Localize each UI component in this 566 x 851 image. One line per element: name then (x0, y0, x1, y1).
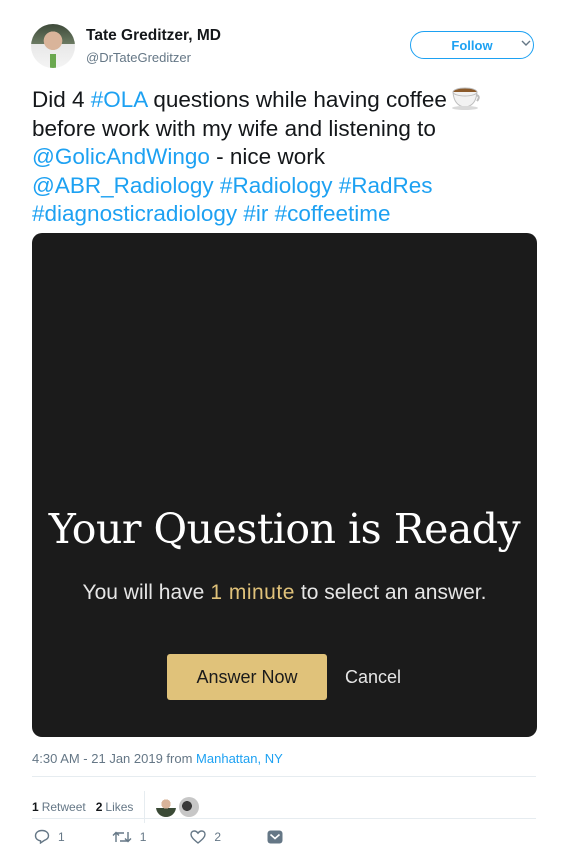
retweet-count: 1 (139, 829, 147, 844)
divider (32, 818, 536, 819)
retweet-stat[interactable]: 1 Retweet (32, 800, 86, 814)
divider (32, 776, 536, 777)
tweet-text-segment: Did 4 (32, 87, 91, 112)
hashtag-link[interactable]: #OLA (91, 87, 147, 112)
retweet-icon (112, 831, 132, 842)
tweet-text-segment: - nice work (209, 144, 325, 170)
location-link[interactable]: Manhattan, NY (196, 751, 283, 766)
tweet-line-3: @GolicAndWingo - nice work (32, 143, 542, 172)
media-time-highlight: 1 minute (210, 581, 295, 604)
tweet-line-2: before work with my wife and listening t… (32, 115, 436, 141)
like-count: 2 (214, 829, 222, 844)
tweet-timestamp: 4:30 AM - 21 Jan 2019 from Manhattan, NY (32, 751, 283, 766)
retweet-stat-count: 1 (32, 800, 39, 814)
likes-stat-count: 2 (95, 800, 103, 814)
mention-link[interactable]: @GolicAndWingo (32, 144, 210, 169)
tweet-actions: 1 1 2 (34, 829, 283, 844)
media-subtext-a: You will have (82, 581, 205, 604)
coffee-emoji-icon (451, 87, 480, 110)
likes-stat[interactable]: 2 Likes (96, 800, 134, 814)
liker-avatar[interactable] (179, 797, 200, 817)
liker-avatar[interactable] (156, 797, 177, 817)
media-subtext-b: to select an answer. (300, 581, 487, 604)
author-avatar[interactable] (31, 24, 75, 68)
retweet-action[interactable]: 1 (112, 829, 147, 844)
timestamp-text: 4:30 AM - 21 Jan 2019 from (32, 751, 197, 766)
tweet-line-5-links[interactable]: #diagnosticradiology #ir #coffeetime (32, 200, 542, 229)
tweet-line-1: Did 4 #OLA questions while having coffee (32, 84, 542, 115)
message-icon (267, 830, 283, 843)
heart-icon (190, 829, 207, 844)
tweet-text: Did 4 #OLA questions while having coffee… (32, 84, 542, 229)
media-headline: Your Question is Ready (48, 505, 521, 553)
answer-now-button: Answer Now (167, 654, 327, 700)
tweet-text-segment: questions while having coffee (147, 87, 447, 112)
chevron-down-icon[interactable] (521, 38, 531, 48)
reply-action[interactable]: 1 (34, 829, 65, 844)
cancel-button: Cancel (344, 666, 402, 687)
reply-count: 1 (58, 829, 65, 844)
retweet-stat-label: Retweet (41, 800, 86, 814)
tweet-media-image[interactable]: Your Question is Ready You will have 1 mi… (32, 233, 537, 737)
media-subtext: You will have 1 minute to select an answer… (32, 581, 537, 605)
like-action[interactable]: 2 (190, 830, 221, 844)
author-name[interactable]: Tate Greditzer, MD (86, 27, 221, 45)
follow-button[interactable]: Follow (410, 31, 534, 59)
reply-icon (34, 829, 50, 844)
tweet-line-4-links[interactable]: @ABR_Radiology #Radiology #RadRes (32, 172, 542, 201)
author-handle[interactable]: @DrTateGreditzer (86, 50, 191, 65)
direct-message-action[interactable] (267, 830, 283, 844)
likes-stat-label: Likes (105, 800, 134, 814)
avatar-detail (50, 54, 56, 68)
